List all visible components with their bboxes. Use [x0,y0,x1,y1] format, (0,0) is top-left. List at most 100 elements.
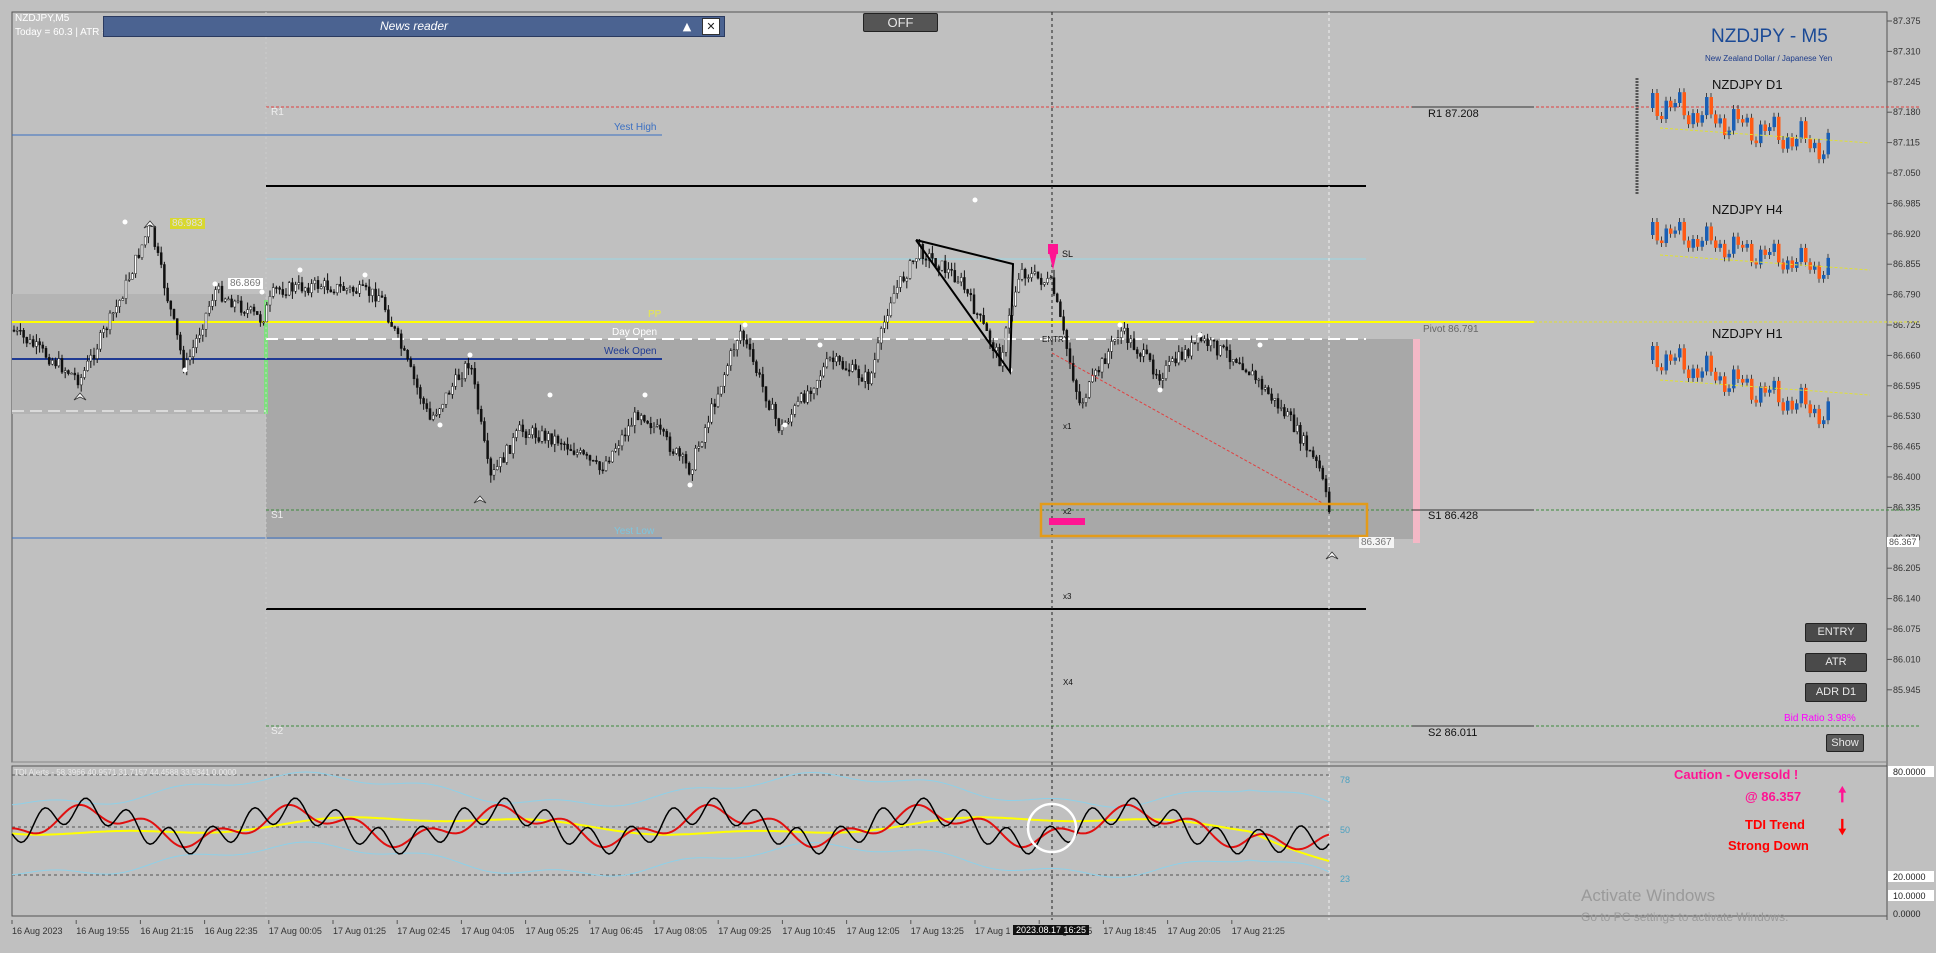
candle-body [787,421,790,424]
candle-body [1055,293,1059,303]
candle-body [83,370,86,378]
adr-d1-button[interactable]: ADR D1 [1805,683,1867,702]
h1-mini-candle [1795,403,1799,410]
candle-body [1049,277,1053,279]
h1-mini-candle [1813,408,1817,414]
candle-body [227,298,230,301]
candle-body [607,460,611,463]
caution-price: @ 86.357 [1745,789,1802,804]
candle-body [271,287,275,297]
candle-body [236,300,240,303]
candle-body [1219,345,1222,356]
candle-body [703,427,707,443]
candle-body [524,431,528,439]
candle-body [659,424,662,430]
time-axis-label: 16 Aug 2023 [12,926,63,936]
d1-mini-candle [1754,140,1758,144]
candle-body [620,434,624,447]
h1-mini-candle [1682,348,1686,370]
candle-body [201,329,205,336]
candle-body [681,454,685,457]
candle-body [1241,363,1245,371]
candle-body [255,311,259,315]
candle-body [483,421,486,441]
close-icon[interactable]: ✕ [702,18,720,35]
h4-mini-candle [1678,221,1682,231]
candle-body [358,284,361,294]
atr-button[interactable]: ATR [1805,653,1867,672]
sl-marker [1048,244,1058,254]
candle-body [671,451,675,454]
h1-mini-candle [1759,386,1763,403]
d1-mini-candle [1772,116,1776,128]
h1-mini-candle [1664,354,1668,371]
tdi-axis-label: 80.0000 [1893,767,1926,777]
candle-body [361,284,365,286]
candle-body [1020,269,1024,280]
candle-body [412,366,416,380]
candle-body [767,400,771,410]
news-reader-bar[interactable]: News reader ▲ ✕ [103,16,725,37]
candle-body [979,313,982,316]
candle-body [470,367,473,370]
candle-body [771,403,774,410]
candle-body [844,368,848,371]
minimize-icon[interactable]: ▲ [678,18,696,35]
candle-body [774,403,777,419]
candle-body [1097,370,1101,373]
candle-body [1263,387,1267,390]
candle-body [611,450,614,463]
d1-mini-candle [1687,115,1691,125]
h1-mini-candle [1655,346,1659,368]
price-chart[interactable]: 87.375 87.310 87.245 87.180 87.115 87.050 86.9… [0,0,1936,953]
candle-body [953,270,957,283]
s1-left-label: S1 [271,510,284,521]
price-axis-label: 86.400 [1893,472,1921,482]
h4-mini-candle [1669,228,1673,234]
h4-mini-candle [1700,240,1704,247]
show-button[interactable]: Show [1826,734,1864,752]
candle-body [595,460,598,462]
candle-body [1135,349,1139,354]
candle-body [633,411,637,426]
yest-low-label: Yest Low [614,526,655,537]
h4-mini-candle [1655,222,1659,241]
entry-button[interactable]: ENTRY [1805,623,1867,642]
candle-body [915,258,918,262]
candle-body [364,284,368,288]
candle-body [911,260,915,262]
time-axis-label: 16 Aug 19:55 [76,926,129,936]
candle-body [1231,359,1235,363]
candle-body [431,414,435,420]
candle-body [1299,425,1302,444]
h1-mini-candle [1691,368,1695,379]
candle-body [534,427,537,438]
candle-body [476,383,480,410]
time-axis-label: 16 Aug 21:15 [140,926,193,936]
candle-body [579,450,582,453]
candle-body [1148,353,1152,361]
d1-mini-candle [1781,139,1785,149]
d1-mini-candle [1696,113,1700,123]
h1-mini-candle [1786,400,1790,411]
candle-body [1215,340,1219,356]
candle-body [959,277,963,283]
h1-mini-candle [1705,355,1709,372]
candle-body [684,454,688,464]
crosshair-time-label: 2023.08.17 16:25 [1013,925,1090,935]
swing-dot [467,352,473,358]
candle-body [294,284,297,292]
candle-body [380,295,384,298]
tdi-axis-label: 10.0000 [1893,891,1926,901]
swing-dot [817,342,823,348]
h4-mini-candle [1786,260,1790,270]
off-button[interactable]: OFF [863,13,938,32]
price-axis-label: 87.375 [1893,16,1921,26]
h1-mini-candle [1709,355,1713,372]
candle-body [38,341,41,346]
candle-body [806,390,809,403]
candle-body [60,358,64,373]
candle-body [463,363,467,379]
sl-label: SL [1062,249,1074,259]
candle-body [335,284,339,294]
